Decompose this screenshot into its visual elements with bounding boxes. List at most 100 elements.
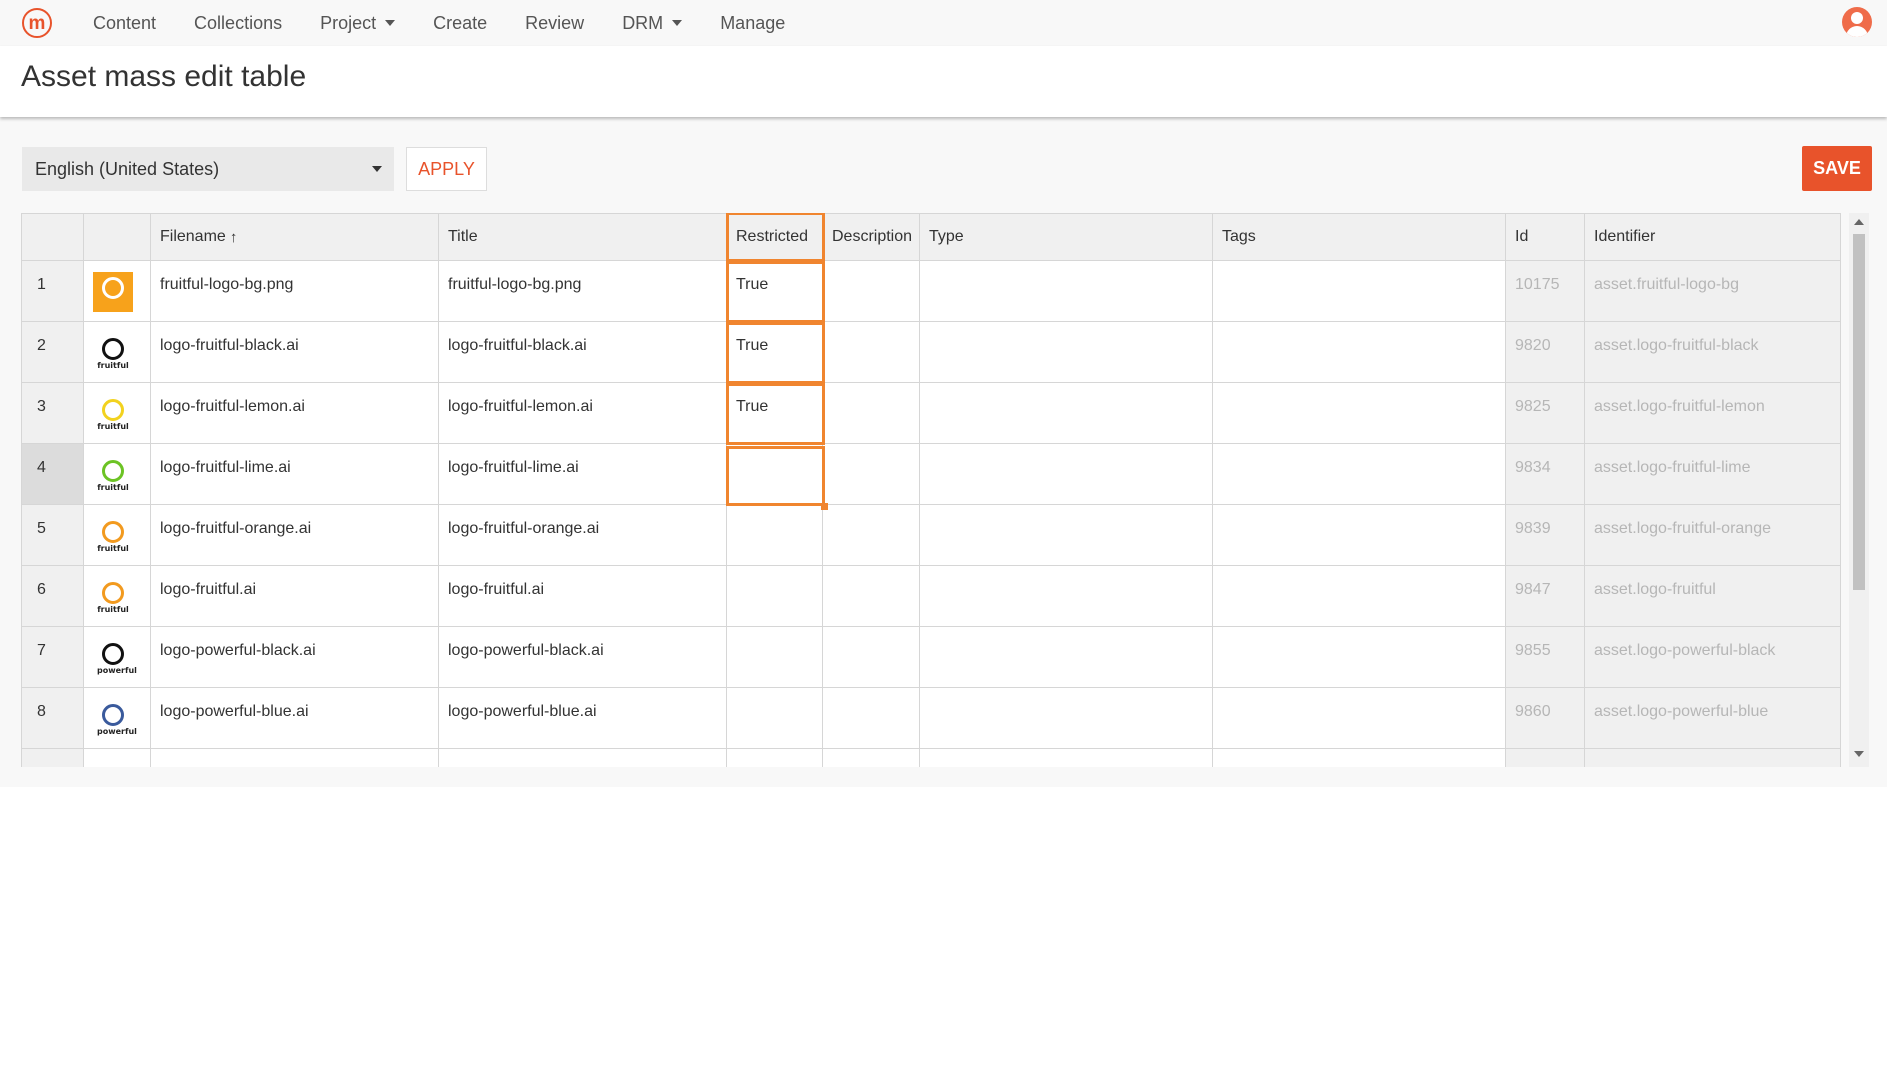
filename-cell[interactable]: logo-fruitful-black.ai xyxy=(151,322,439,383)
column-header-thumbnail[interactable] xyxy=(84,213,151,261)
description-cell[interactable] xyxy=(823,261,920,322)
column-header-description[interactable]: Description xyxy=(823,213,920,261)
type-cell[interactable] xyxy=(920,444,1213,505)
restricted-cell[interactable] xyxy=(727,688,823,749)
tags-cell[interactable] xyxy=(1213,444,1506,505)
type-cell[interactable] xyxy=(920,627,1213,688)
column-header-id[interactable]: Id xyxy=(1506,213,1585,261)
column-header-rownum[interactable] xyxy=(21,213,84,261)
restricted-cell[interactable] xyxy=(727,444,823,505)
title-cell[interactable]: logo-powerful-black.ai xyxy=(439,627,727,688)
tags-cell[interactable] xyxy=(1213,322,1506,383)
tags-cell[interactable] xyxy=(1213,627,1506,688)
type-cell[interactable] xyxy=(920,261,1213,322)
restricted-cell[interactable]: True xyxy=(727,261,823,322)
column-header-type[interactable]: Type xyxy=(920,213,1213,261)
description-cell[interactable] xyxy=(823,566,920,627)
column-header-identifier[interactable]: Identifier xyxy=(1585,213,1841,261)
restricted-cell[interactable] xyxy=(727,627,823,688)
nav-menu: Content Collections Project Create Review DRM… xyxy=(74,0,804,46)
type-cell[interactable] xyxy=(920,505,1213,566)
filename-cell[interactable]: logo-fruitful-lemon.ai xyxy=(151,383,439,444)
logo-wordmark: fruitful xyxy=(97,361,129,370)
id-value: 9839 xyxy=(1515,520,1551,537)
scroll-down-icon[interactable] xyxy=(1854,751,1864,757)
filename-cell[interactable]: logo-fruitful.ai xyxy=(151,566,439,627)
description-cell[interactable] xyxy=(823,444,920,505)
partial-row-cell xyxy=(1213,749,1506,767)
column-header-restricted[interactable]: Restricted xyxy=(727,213,823,261)
sort-ascending-icon[interactable]: ↑ xyxy=(230,229,238,246)
thumbnail-cell[interactable]: fruitful xyxy=(84,383,151,444)
title-cell[interactable]: logo-fruitful-lemon.ai xyxy=(439,383,727,444)
partial-row-cell xyxy=(920,749,1213,767)
thumbnail-cell[interactable]: fruitful xyxy=(84,505,151,566)
nav-item-content[interactable]: Content xyxy=(74,0,175,46)
tags-cell[interactable] xyxy=(1213,383,1506,444)
id-value: 9847 xyxy=(1515,581,1551,598)
thumbnail-cell[interactable]: fruitful xyxy=(84,322,151,383)
user-avatar-icon[interactable] xyxy=(1842,7,1872,37)
column-header-title[interactable]: Title xyxy=(439,213,727,261)
description-cell[interactable] xyxy=(823,383,920,444)
partial-row-cell xyxy=(823,749,920,767)
nav-item-drm[interactable]: DRM xyxy=(603,0,701,46)
tags-cell[interactable] xyxy=(1213,261,1506,322)
thumbnail-cell[interactable]: powerful xyxy=(84,627,151,688)
language-select[interactable]: English (United States) xyxy=(22,147,394,191)
title-cell[interactable]: logo-fruitful-orange.ai xyxy=(439,505,727,566)
title-cell[interactable]: logo-powerful-blue.ai xyxy=(439,688,727,749)
restricted-cell[interactable]: True xyxy=(727,383,823,444)
nav-item-collections[interactable]: Collections xyxy=(175,0,301,46)
title-cell[interactable]: fruitful-logo-bg.png xyxy=(439,261,727,322)
identifier-value: asset.logo-fruitful-orange xyxy=(1594,520,1771,537)
filename-value: logo-fruitful.ai xyxy=(160,581,257,598)
filename-cell[interactable]: logo-fruitful-orange.ai xyxy=(151,505,439,566)
column-header-tags[interactable]: Tags xyxy=(1213,213,1506,261)
description-cell[interactable] xyxy=(823,688,920,749)
description-cell[interactable] xyxy=(823,627,920,688)
thumbnail-cell[interactable]: fruitful xyxy=(84,566,151,627)
filename-value: logo-powerful-black.ai xyxy=(160,642,316,659)
description-cell[interactable] xyxy=(823,322,920,383)
tags-cell[interactable] xyxy=(1213,505,1506,566)
nav-item-project[interactable]: Project xyxy=(301,0,414,46)
tags-cell[interactable] xyxy=(1213,688,1506,749)
type-cell[interactable] xyxy=(920,383,1213,444)
type-cell[interactable] xyxy=(920,322,1213,383)
scrollbar-thumb[interactable] xyxy=(1853,234,1865,590)
title-cell[interactable]: logo-fruitful.ai xyxy=(439,566,727,627)
identifier-value: asset.logo-powerful-blue xyxy=(1594,703,1769,720)
scroll-up-icon[interactable] xyxy=(1854,219,1864,225)
save-button[interactable]: SAVE xyxy=(1802,146,1872,191)
column-header-filename[interactable]: Filename ↑ xyxy=(151,213,439,261)
restricted-cell[interactable] xyxy=(727,505,823,566)
nav-item-create[interactable]: Create xyxy=(414,0,506,46)
type-cell[interactable] xyxy=(920,566,1213,627)
thumbnail-cell[interactable]: powerful xyxy=(84,688,151,749)
type-cell[interactable] xyxy=(920,688,1213,749)
description-cell[interactable] xyxy=(823,505,920,566)
filename-cell[interactable]: logo-fruitful-lime.ai xyxy=(151,444,439,505)
app-logo[interactable]: m xyxy=(22,8,52,38)
nav-item-manage[interactable]: Manage xyxy=(701,0,804,46)
rownum-value: 2 xyxy=(37,337,46,354)
tags-cell[interactable] xyxy=(1213,566,1506,627)
restricted-cell[interactable]: True xyxy=(727,322,823,383)
fill-handle[interactable] xyxy=(821,503,828,510)
title-cell[interactable]: logo-fruitful-lime.ai xyxy=(439,444,727,505)
thumbnail-cell[interactable] xyxy=(84,261,151,322)
thumbnail-cell[interactable]: fruitful xyxy=(84,444,151,505)
filename-value: logo-fruitful-orange.ai xyxy=(160,520,312,537)
restricted-cell[interactable] xyxy=(727,566,823,627)
chevron-down-icon xyxy=(372,166,382,172)
filename-cell[interactable]: fruitful-logo-bg.png xyxy=(151,261,439,322)
apply-button[interactable]: APPLY xyxy=(406,147,487,191)
nav-item-review[interactable]: Review xyxy=(506,0,603,46)
nav-item-label: Collections xyxy=(194,12,283,33)
vertical-scrollbar[interactable] xyxy=(1849,213,1869,767)
filename-cell[interactable]: logo-powerful-black.ai xyxy=(151,627,439,688)
id-cell: 9834 xyxy=(1506,444,1585,505)
filename-cell[interactable]: logo-powerful-blue.ai xyxy=(151,688,439,749)
title-cell[interactable]: logo-fruitful-black.ai xyxy=(439,322,727,383)
